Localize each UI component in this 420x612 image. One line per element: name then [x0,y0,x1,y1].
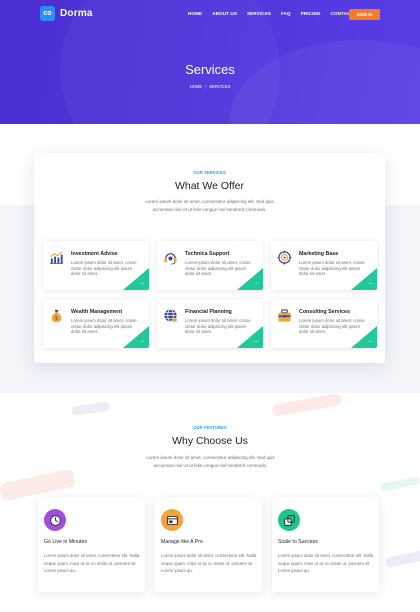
features-desc-line: Lorem ipsum dolor sit amet, consectetur … [146,455,275,460]
features-desc-line: accumsan nisi Ut ut felis congue nisl he… [153,463,268,468]
headset-icon [164,253,177,265]
feature-icon-circle [278,509,300,531]
arrow-right-icon[interactable]: → [139,338,145,344]
feature-title: Scale to Success [278,539,318,545]
card-corner-decoration [351,268,377,290]
card-corner-decoration [237,268,263,290]
feature-icon-circle [44,509,66,531]
arrow-right-icon[interactable]: → [139,280,145,286]
arrow-right-icon[interactable]: → [367,280,373,286]
globe-icon [164,309,177,322]
services-title: What We Offer [174,180,245,192]
feature-title: Manage like A Pro [161,539,203,545]
sign-in-button[interactable]: SIGN IN [349,9,380,20]
service-card-marketing-base[interactable]: Marketing Base Lorem ipsum dolor sit ame… [271,241,377,290]
card-corner-decoration [123,326,149,348]
decorative-pill [71,401,111,416]
service-title: Wealth Management [71,309,123,315]
logo-icon: co [40,6,55,21]
briefcase-icon [278,309,291,322]
feature-description: Lorem ipsum dolor sit amet, consectetur … [278,553,374,574]
service-card-wealth-management[interactable]: $ Wealth Management Lorem ipsum dolor si… [43,299,149,348]
arrow-right-icon[interactable]: → [253,338,259,344]
feature-title: Go Live in Minutes [44,539,87,545]
services-desc-line: Lorem ipsum dolor sit amet, consectetur … [145,199,274,204]
scale-icon [283,514,295,526]
services-desc-line: accumsan nisi Ut ut felis congue nisl he… [152,207,267,212]
feature-card-scale-success: Scale to Success Lorem ipsum dolor sit a… [272,497,379,592]
brand-name: Dorma [60,8,93,19]
nav-item-services[interactable]: SERVICES [247,11,271,16]
nav-item-home[interactable]: HOME [188,11,202,16]
service-card-consulting-services[interactable]: Consulting Services Lorem ipsum dolor si… [271,299,377,348]
feature-icon-circle [161,509,183,531]
feature-description: Lorem ipsum dolor sit amet, consectetur … [44,553,140,574]
feature-card-go-live: Go Live in Minutes Lorem ipsum dolor sit… [38,497,145,592]
target-icon [277,250,292,265]
decorative-pill [271,393,343,417]
main-nav: HOME ABOUT US SERVICES FAQ PRICING CONTA… [188,11,353,16]
breadcrumb: HOME | SERVICES [189,84,231,89]
service-title: Marketing Base [299,251,339,257]
nav-item-about-us[interactable]: ABOUT US [212,11,237,16]
services-description: Lorem ipsum dolor sit amet, consectetur … [94,198,325,214]
service-title: Investment Advise [71,251,118,257]
feature-description: Lorem ipsum dolor sit amet, consectetur … [161,553,257,574]
service-title: Consulting Services [299,309,350,315]
arrow-right-icon[interactable]: → [367,338,373,344]
service-title: Technica Support [185,251,230,257]
arrow-right-icon[interactable]: → [253,280,259,286]
page-title: Services [185,62,235,77]
breadcrumb-home[interactable]: HOME [190,84,203,89]
services-panel: OUR SERVICES What We Offer Lorem ipsum d… [34,153,385,363]
window-icon [166,515,178,525]
features-title: Why Choose Us [172,435,248,447]
features-eyebrow: OUR FEATURES [193,425,227,430]
decorative-pill [379,475,420,493]
card-corner-decoration [123,268,149,290]
card-corner-decoration [237,326,263,348]
service-card-investment-advise[interactable]: Investment Advise Lorem ipsum dolor sit … [43,241,149,290]
service-card-financial-planning[interactable]: Financial Planning Lorem ipsum dolor sit… [157,299,263,348]
decorative-pill [384,549,420,569]
features-description: Lorem ipsum dolor sit amet, consectetur … [95,454,326,470]
services-eyebrow: OUR SERVICES [193,170,226,175]
nav-item-pricing[interactable]: PRICING [301,11,321,16]
service-card-technica-support[interactable]: Technica Support Lorem ipsum dolor sit a… [157,241,263,290]
feature-card-manage-pro: Manage like A Pro Lorem ipsum dolor sit … [155,497,262,592]
hero-banner: co Dorma HOME ABOUT US SERVICES FAQ PRIC… [0,0,420,124]
nav-item-faq[interactable]: FAQ [281,11,291,16]
clock-icon [49,514,61,526]
breadcrumb-services: SERVICES [209,84,231,89]
money-bag-icon: $ [51,309,62,323]
service-title: Financial Planning [185,309,232,315]
brand-logo-link[interactable]: co Dorma [40,6,93,21]
card-corner-decoration [351,326,377,348]
chart-icon [49,251,64,264]
svg-text:$: $ [55,316,59,322]
